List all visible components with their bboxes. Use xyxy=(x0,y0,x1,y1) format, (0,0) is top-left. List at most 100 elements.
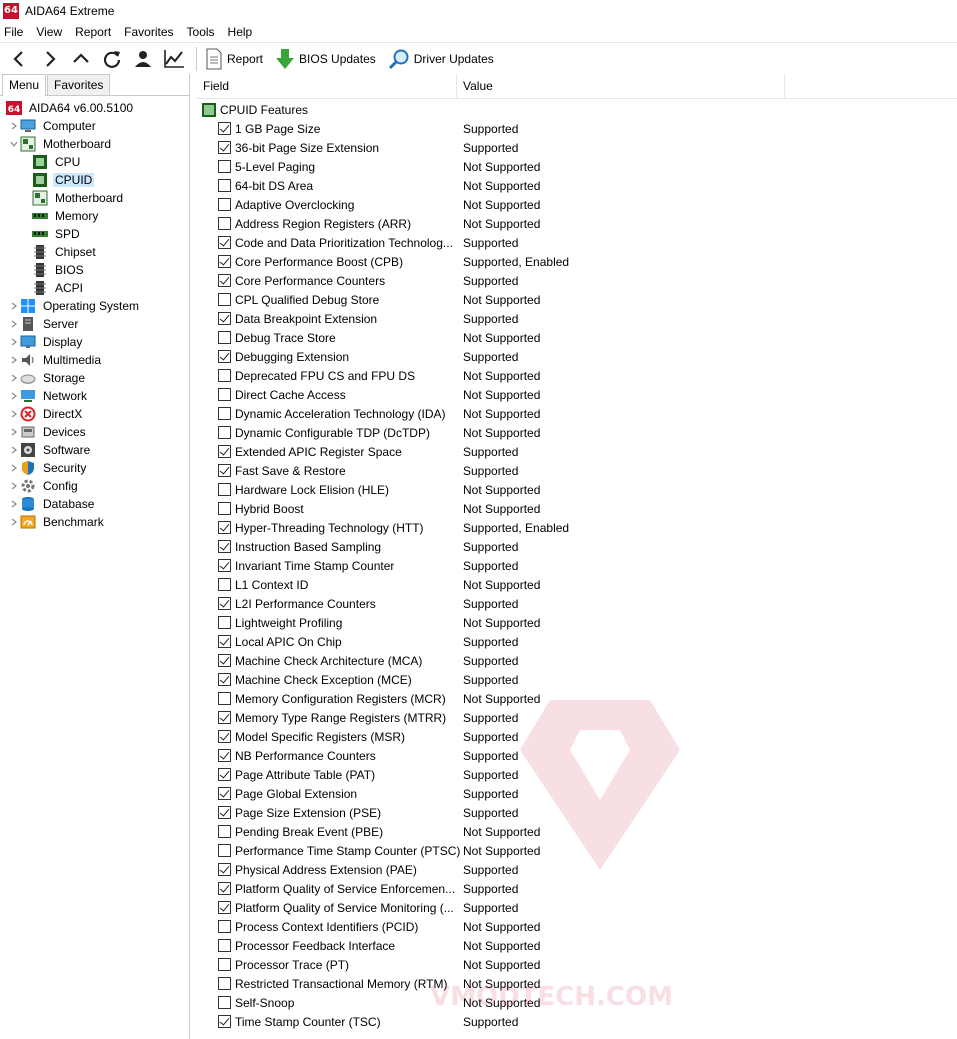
forward-icon[interactable] xyxy=(37,46,63,72)
menu-view[interactable]: View xyxy=(36,25,62,39)
expand-chevron-icon[interactable] xyxy=(8,117,20,135)
menu-favorites[interactable]: Favorites xyxy=(124,25,173,39)
table-row[interactable]: Hyper-Threading Technology (HTT) Supporte… xyxy=(196,518,957,537)
table-row[interactable]: Dynamic Acceleration Technology (IDA) Not… xyxy=(196,404,957,423)
table-row[interactable]: Local APIC On Chip Supported xyxy=(196,632,957,651)
table-row[interactable]: Hardware Lock Elision (HLE) Not Supported xyxy=(196,480,957,499)
user-icon[interactable] xyxy=(130,46,156,72)
expand-chevron-icon[interactable] xyxy=(8,297,20,315)
table-row[interactable]: Data Breakpoint Extension Supported xyxy=(196,309,957,328)
table-row[interactable]: Page Global Extension Supported xyxy=(196,784,957,803)
tree-item-aida64-v6-00-5100[interactable]: 64 AIDA64 v6.00.5100 xyxy=(0,99,189,117)
field-column-header[interactable]: Field xyxy=(196,74,457,99)
tree-item-database[interactable]: Database xyxy=(0,495,189,513)
table-row[interactable]: Processor Feedback Interface Not Supporte… xyxy=(196,936,957,955)
table-row[interactable]: Core Performance Boost (CPB) Supported, E… xyxy=(196,252,957,271)
tree-item-benchmark[interactable]: Benchmark xyxy=(0,513,189,531)
table-row[interactable]: Physical Address Extension (PAE) Supporte… xyxy=(196,860,957,879)
expand-chevron-icon[interactable] xyxy=(8,369,20,387)
tree-item-bios[interactable]: BIOS xyxy=(0,261,189,279)
table-row[interactable]: Self-Snoop Not Supported xyxy=(196,993,957,1012)
table-row[interactable]: Core Performance Counters Supported xyxy=(196,271,957,290)
menu-file[interactable]: File xyxy=(4,25,23,39)
tree-item-chipset[interactable]: Chipset xyxy=(0,243,189,261)
table-row[interactable]: Lightweight Profiling Not Supported xyxy=(196,613,957,632)
table-row[interactable]: Performance Time Stamp Counter (PTSC) Not… xyxy=(196,841,957,860)
table-row[interactable]: Pending Break Event (PBE) Not Supported xyxy=(196,822,957,841)
table-row[interactable]: Machine Check Architecture (MCA) Supporte… xyxy=(196,651,957,670)
collapse-chevron-icon[interactable] xyxy=(8,135,20,153)
chart-icon[interactable] xyxy=(161,46,187,72)
table-row[interactable]: Page Size Extension (PSE) Supported xyxy=(196,803,957,822)
table-row[interactable]: Debugging Extension Supported xyxy=(196,347,957,366)
report-button[interactable]: Report xyxy=(205,46,263,72)
tree-item-cpuid[interactable]: CPUID xyxy=(0,171,189,189)
table-row[interactable]: Fast Save & Restore Supported xyxy=(196,461,957,480)
table-row[interactable]: Code and Data Prioritization Technolog..… xyxy=(196,233,957,252)
expand-chevron-icon[interactable] xyxy=(8,513,20,531)
table-row[interactable]: Address Region Registers (ARR) Not Suppor… xyxy=(196,214,957,233)
table-row[interactable]: Page Attribute Table (PAT) Supported xyxy=(196,765,957,784)
tree-item-operating-system[interactable]: Operating System xyxy=(0,297,189,315)
tree-item-directx[interactable]: DirectX xyxy=(0,405,189,423)
table-row[interactable]: Time Stamp Counter (TSC) Supported xyxy=(196,1012,957,1031)
table-row[interactable]: Machine Check Exception (MCE) Supported xyxy=(196,670,957,689)
table-row[interactable]: Memory Configuration Registers (MCR) Not … xyxy=(196,689,957,708)
tree-item-display[interactable]: Display xyxy=(0,333,189,351)
table-row[interactable]: Processor Trace (PT) Not Supported xyxy=(196,955,957,974)
table-row[interactable]: Restricted Transactional Memory (RTM) Not… xyxy=(196,974,957,993)
table-row[interactable]: Dynamic Configurable TDP (DcTDP) Not Supp… xyxy=(196,423,957,442)
tree-item-motherboard[interactable]: Motherboard xyxy=(0,189,189,207)
tree-item-cpu[interactable]: CPU xyxy=(0,153,189,171)
table-row[interactable]: 5-Level Paging Not Supported xyxy=(196,157,957,176)
tree-item-motherboard[interactable]: Motherboard xyxy=(0,135,189,153)
table-row[interactable]: NB Performance Counters Supported xyxy=(196,746,957,765)
tree-item-security[interactable]: Security xyxy=(0,459,189,477)
tab-menu[interactable]: Menu xyxy=(2,74,47,96)
back-icon[interactable] xyxy=(6,46,32,72)
table-row[interactable]: L2I Performance Counters Supported xyxy=(196,594,957,613)
expand-chevron-icon[interactable] xyxy=(8,351,20,369)
expand-chevron-icon[interactable] xyxy=(8,441,20,459)
up-icon[interactable] xyxy=(68,46,94,72)
menu-tools[interactable]: Tools xyxy=(187,25,215,39)
menu-report[interactable]: Report xyxy=(75,25,111,39)
table-row[interactable]: Instruction Based Sampling Supported xyxy=(196,537,957,556)
tree-item-multimedia[interactable]: Multimedia xyxy=(0,351,189,369)
table-row[interactable]: 64-bit DS Area Not Supported xyxy=(196,176,957,195)
driver-updates-button[interactable]: Driver Updates xyxy=(388,46,494,72)
menu-help[interactable]: Help xyxy=(228,25,253,39)
tree-item-devices[interactable]: Devices xyxy=(0,423,189,441)
tree-item-config[interactable]: Config xyxy=(0,477,189,495)
table-row[interactable]: Process Context Identifiers (PCID) Not Su… xyxy=(196,917,957,936)
tree-item-memory[interactable]: Memory xyxy=(0,207,189,225)
bios-updates-button[interactable]: BIOS Updates xyxy=(275,46,376,72)
expand-chevron-icon[interactable] xyxy=(8,477,20,495)
expand-chevron-icon[interactable] xyxy=(8,405,20,423)
table-row[interactable]: Platform Quality of Service Enforcemen..… xyxy=(196,879,957,898)
table-row[interactable]: 1 GB Page Size Supported xyxy=(196,119,957,138)
expand-chevron-icon[interactable] xyxy=(8,423,20,441)
tree-item-storage[interactable]: Storage xyxy=(0,369,189,387)
table-row[interactable]: Extended APIC Register Space Supported xyxy=(196,442,957,461)
table-row[interactable]: Model Specific Registers (MSR) Supported xyxy=(196,727,957,746)
value-column-header[interactable]: Value xyxy=(457,74,785,99)
tree-item-acpi[interactable]: ACPI xyxy=(0,279,189,297)
group-row[interactable]: CPUID Features xyxy=(196,100,957,119)
expand-chevron-icon[interactable] xyxy=(8,459,20,477)
expand-chevron-icon[interactable] xyxy=(8,315,20,333)
table-row[interactable]: Memory Type Range Registers (MTRR) Suppor… xyxy=(196,708,957,727)
expand-chevron-icon[interactable] xyxy=(8,495,20,513)
tab-favorites[interactable]: Favorites xyxy=(47,74,111,95)
tree-item-network[interactable]: Network xyxy=(0,387,189,405)
tree-item-server[interactable]: Server xyxy=(0,315,189,333)
expand-chevron-icon[interactable] xyxy=(8,333,20,351)
table-row[interactable]: Invariant Time Stamp Counter Supported xyxy=(196,556,957,575)
tree-item-spd[interactable]: SPD xyxy=(0,225,189,243)
table-row[interactable]: Debug Trace Store Not Supported xyxy=(196,328,957,347)
tree-item-software[interactable]: Software xyxy=(0,441,189,459)
table-row[interactable]: CPL Qualified Debug Store Not Supported xyxy=(196,290,957,309)
table-row[interactable]: Platform Quality of Service Monitoring (… xyxy=(196,898,957,917)
table-row[interactable]: L1 Context ID Not Supported xyxy=(196,575,957,594)
refresh-icon[interactable] xyxy=(99,46,125,72)
